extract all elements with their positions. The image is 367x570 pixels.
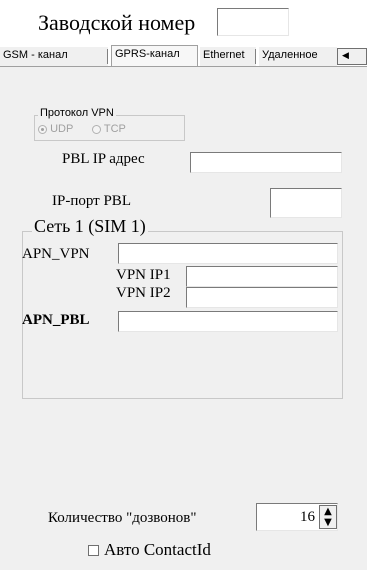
- tab-gsm-channel[interactable]: GSM - канал: [0, 47, 108, 66]
- serial-number-label: Заводской номер: [38, 10, 196, 35]
- vpn-ip2-input[interactable]: [186, 287, 338, 308]
- pbl-ip-input[interactable]: [190, 152, 342, 173]
- network1-label: Сеть 1 (SIM 1): [32, 216, 148, 237]
- pbl-port-label: IP-порт PBL: [52, 193, 131, 209]
- vpn-protocol-label: Протокол VPN: [38, 107, 116, 119]
- pbl-port-input[interactable]: [270, 188, 342, 218]
- auto-contactid-checkbox[interactable]: [88, 545, 99, 556]
- radio-udp-indicator: [38, 124, 47, 134]
- tab-remote[interactable]: Удаленное: [259, 47, 337, 66]
- vpn-ip1-label: VPN IP1: [116, 267, 171, 283]
- apn-pbl-input[interactable]: [118, 311, 338, 332]
- tab-strip: GSM - канал GPRS-канал Ethernet Удаленно…: [0, 45, 367, 67]
- tab-remote-label: Удаленное: [262, 49, 318, 61]
- pbl-ip-label: PBL IP адрес: [62, 151, 145, 167]
- tab-gsm-label: GSM - канал: [3, 49, 68, 61]
- serial-number-input[interactable]: [217, 8, 289, 36]
- radio-udp[interactable]: UDP: [38, 123, 73, 135]
- arrow-left-icon: ◀: [342, 51, 349, 61]
- tab-gprs-channel[interactable]: GPRS-канал: [111, 45, 198, 67]
- spin-up-icon: ▲: [324, 506, 332, 517]
- auto-contactid-label: Авто ContactId: [104, 540, 211, 559]
- tab-ethernet[interactable]: Ethernet: [200, 47, 256, 66]
- tab-gprs-label: GPRS-канал: [115, 48, 180, 60]
- vpn-ip2-label: VPN IP2: [116, 285, 171, 301]
- radio-tcp-label: TCP: [103, 123, 126, 135]
- redial-count-value: 16: [300, 509, 315, 525]
- apn-vpn-input[interactable]: [118, 243, 338, 264]
- radio-tcp[interactable]: TCP: [92, 123, 126, 135]
- vpn-ip1-input[interactable]: [186, 266, 338, 287]
- apn-vpn-label: APN_VPN: [22, 246, 90, 262]
- tab-scroll-left-button[interactable]: ◀: [337, 48, 354, 65]
- tab-ethernet-label: Ethernet: [203, 49, 245, 61]
- redial-spin-button[interactable]: ▲ ▼: [319, 505, 337, 529]
- redial-count-label: Количество "дозвонов": [48, 510, 197, 526]
- gprs-panel: Протокол VPN UDP TCP PBL IP адрес IP-пор…: [0, 67, 367, 570]
- apn-pbl-label: APN_PBL: [22, 312, 90, 328]
- tab-scroll-right-button[interactable]: [353, 48, 367, 65]
- radio-tcp-indicator: [92, 124, 101, 134]
- radio-udp-label: UDP: [50, 123, 74, 135]
- spin-down-icon: ▼: [324, 517, 332, 528]
